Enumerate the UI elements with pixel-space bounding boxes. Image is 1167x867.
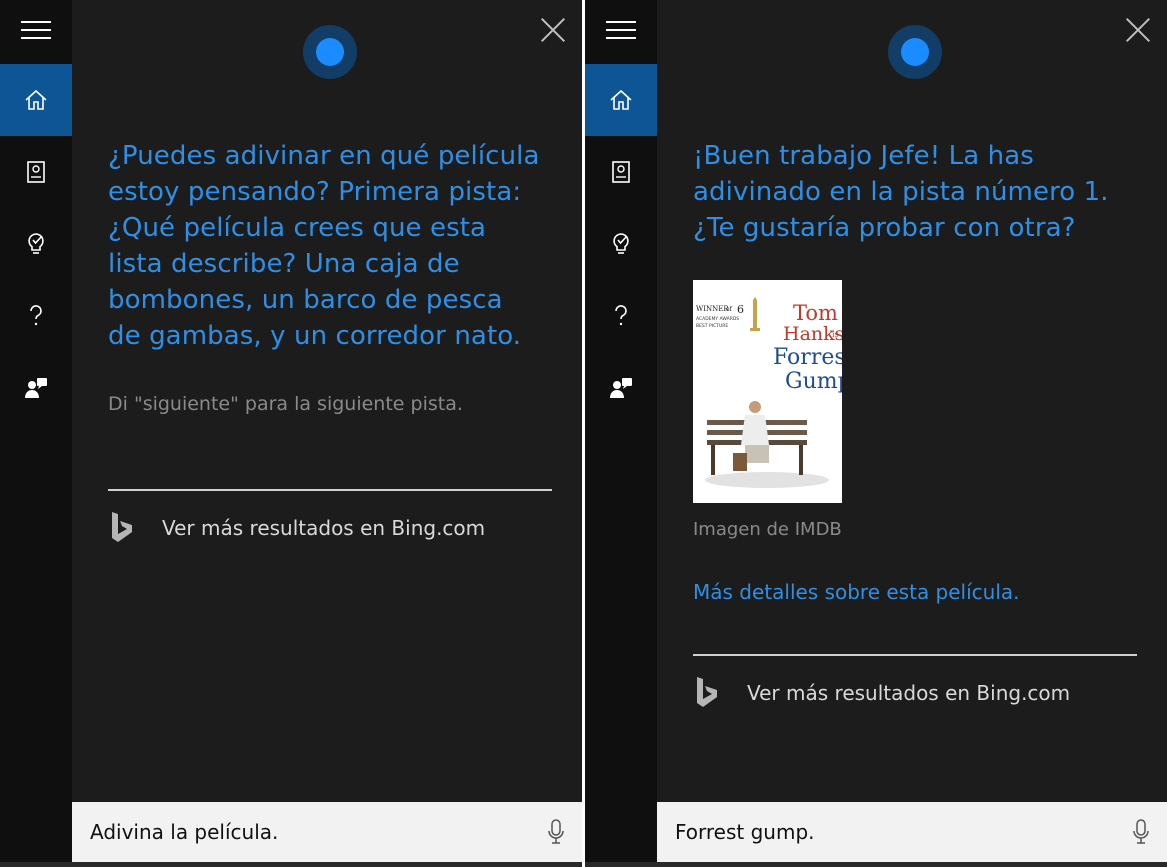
feedback-icon xyxy=(25,378,47,398)
poster-award-line2: ACADEMY AWARDS xyxy=(696,316,739,322)
menu-button[interactable] xyxy=(0,0,72,60)
message-line: lista describe? Una caja de xyxy=(108,249,460,279)
message-line: de gambas, y un corredor nato. xyxy=(108,321,522,351)
bing-results-link[interactable]: Ver más resultados en Bing.com xyxy=(693,673,1137,713)
bing-icon xyxy=(697,677,717,707)
bing-link-label: Ver más resultados en Bing.com xyxy=(747,681,1071,705)
microphone-button[interactable] xyxy=(536,802,576,862)
cortana-orb xyxy=(888,25,942,79)
nav-feedback[interactable] xyxy=(585,352,657,424)
nav-reminders[interactable] xyxy=(585,208,657,280)
help-icon xyxy=(615,305,627,326)
message-line: estoy pensando? Primera pista: xyxy=(108,177,522,207)
close-icon[interactable] xyxy=(1125,17,1151,43)
cortana-panel-left: ¿Puedes adivinar en qué película estoy p… xyxy=(0,0,582,867)
nav-home[interactable] xyxy=(585,64,657,136)
message-line: ¿Te gustaría probar con otra? xyxy=(693,213,1076,243)
bottom-strip xyxy=(585,862,1167,867)
sidebar xyxy=(585,0,657,867)
nav-reminders[interactable] xyxy=(0,208,72,280)
message-line: ¿Puedes adivinar en qué película xyxy=(108,141,540,171)
microphone-icon xyxy=(1133,819,1149,844)
movie-details-link[interactable]: Más detalles sobre esta película. xyxy=(693,580,1020,604)
bing-link-label: Ver más resultados en Bing.com xyxy=(162,516,486,540)
query-text[interactable]: Forrest gump. xyxy=(657,820,1121,844)
poster-award-line1: WINNER xyxy=(696,305,729,313)
poster-is: is xyxy=(832,330,839,339)
nav-notebook[interactable] xyxy=(585,136,657,208)
bottom-strip xyxy=(0,862,582,867)
notebook-icon xyxy=(27,161,45,183)
query-input-bar[interactable]: Adivina la película. xyxy=(72,802,582,862)
reminder-icon xyxy=(613,233,629,254)
message-line: ¿Qué película crees que esta xyxy=(108,213,487,243)
cortana-content: ¡Buen trabajo Jefe! La has adivinado en … xyxy=(657,0,1167,802)
close-icon[interactable] xyxy=(540,17,566,43)
microphone-icon xyxy=(548,819,564,844)
menu-icon xyxy=(606,21,636,39)
message-line: adivinado en la pista número 1. xyxy=(693,177,1109,207)
poster-award-line3: BEST PICTURE xyxy=(696,323,728,329)
image-caption: Imagen de IMDB xyxy=(693,519,842,540)
bing-icon xyxy=(112,512,132,542)
message-line: ¡Buen trabajo Jefe! La has xyxy=(693,141,1034,171)
nav-help[interactable] xyxy=(0,280,72,352)
home-icon xyxy=(25,89,47,110)
cortana-content: ¿Puedes adivinar en qué película estoy p… xyxy=(72,0,582,802)
menu-icon xyxy=(21,21,51,39)
cortana-panel-right: ¡Buen trabajo Jefe! La has adivinado en … xyxy=(585,0,1167,867)
help-icon xyxy=(30,305,42,326)
hint-text: Di "siguiente" para la siguiente pista. xyxy=(108,393,463,415)
poster-actor-first: Tom xyxy=(793,301,838,325)
bing-results-link[interactable]: Ver más resultados en Bing.com xyxy=(108,508,552,548)
menu-button[interactable] xyxy=(585,0,657,60)
movie-poster-image: WINNER of 6 ACADEMY AWARDS BEST PICTURE … xyxy=(693,280,842,503)
cortana-message: ¿Puedes adivinar en qué película estoy p… xyxy=(108,138,548,354)
nav-feedback[interactable] xyxy=(0,352,72,424)
movie-poster[interactable]: WINNER of 6 ACADEMY AWARDS BEST PICTURE … xyxy=(693,280,842,503)
divider xyxy=(693,654,1137,656)
nav-notebook[interactable] xyxy=(0,136,72,208)
cortana-orb xyxy=(303,25,357,79)
poster-award-count: 6 xyxy=(737,303,744,316)
query-text[interactable]: Adivina la película. xyxy=(72,820,536,844)
poster-title-2: Gump xyxy=(785,369,842,394)
nav-help[interactable] xyxy=(585,280,657,352)
poster-award-of: of xyxy=(726,306,733,313)
divider xyxy=(108,489,552,491)
poster-title-1: Forrest xyxy=(773,345,842,370)
microphone-button[interactable] xyxy=(1121,802,1161,862)
cortana-message: ¡Buen trabajo Jefe! La has adivinado en … xyxy=(693,138,1133,246)
reminder-icon xyxy=(28,233,44,254)
nav-home[interactable] xyxy=(0,64,72,136)
query-input-bar[interactable]: Forrest gump. xyxy=(657,802,1167,862)
message-line: bombones, un barco de pesca xyxy=(108,285,503,315)
feedback-icon xyxy=(610,378,632,398)
notebook-icon xyxy=(612,161,630,183)
sidebar xyxy=(0,0,72,867)
home-icon xyxy=(610,89,632,110)
